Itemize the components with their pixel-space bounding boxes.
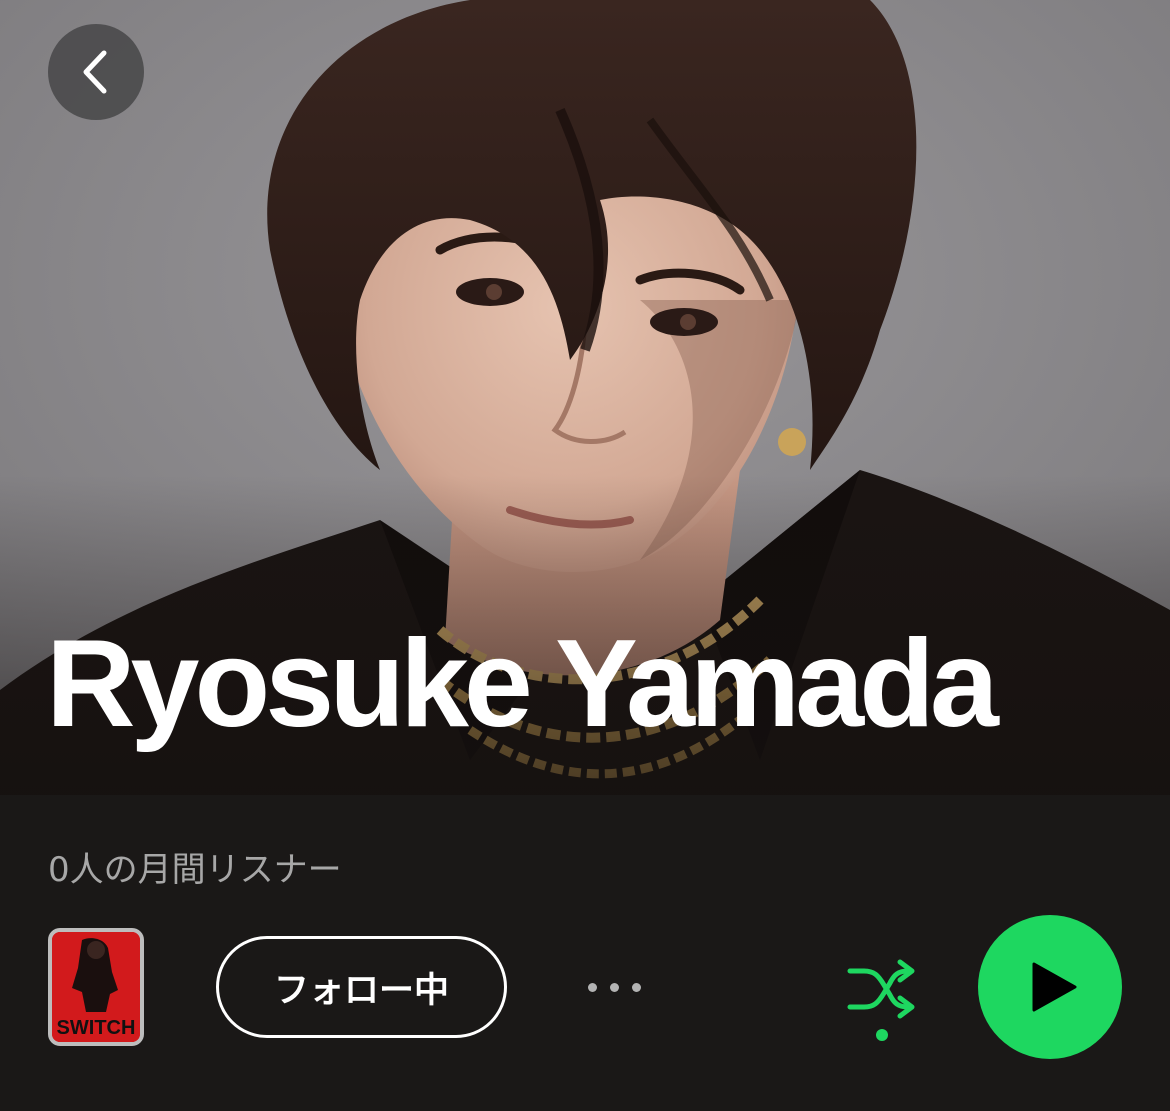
more-horizontal-icon xyxy=(631,982,641,992)
more-options-button[interactable] xyxy=(578,967,650,1007)
more-horizontal-icon xyxy=(587,982,597,992)
artist-hero: Ryosuke Yamada xyxy=(0,0,1170,795)
monthly-listeners-count: 0人の月間リスナー xyxy=(48,850,342,890)
play-button[interactable] xyxy=(978,915,1122,1059)
back-button[interactable] xyxy=(48,24,144,120)
artist-action-row: SWITCH フォロー中 xyxy=(0,915,1170,1060)
shuffle-button[interactable] xyxy=(840,955,924,1045)
chevron-left-icon xyxy=(76,47,116,97)
more-horizontal-icon xyxy=(609,982,619,992)
artist-page: Ryosuke Yamada 0人の月間リスナー SWITCH フォロー中 xyxy=(0,0,1170,1111)
artist-name-title: Ryosuke Yamada xyxy=(46,615,999,753)
album-thumbnail[interactable]: SWITCH xyxy=(48,928,144,1046)
follow-button[interactable]: フォロー中 xyxy=(216,936,507,1038)
play-icon xyxy=(1030,961,1078,1013)
album-cover-art: SWITCH xyxy=(52,932,140,1042)
shuffle-active-indicator xyxy=(876,1029,888,1041)
shuffle-icon xyxy=(846,959,918,1019)
album-thumb-text: SWITCH xyxy=(57,1017,136,1039)
